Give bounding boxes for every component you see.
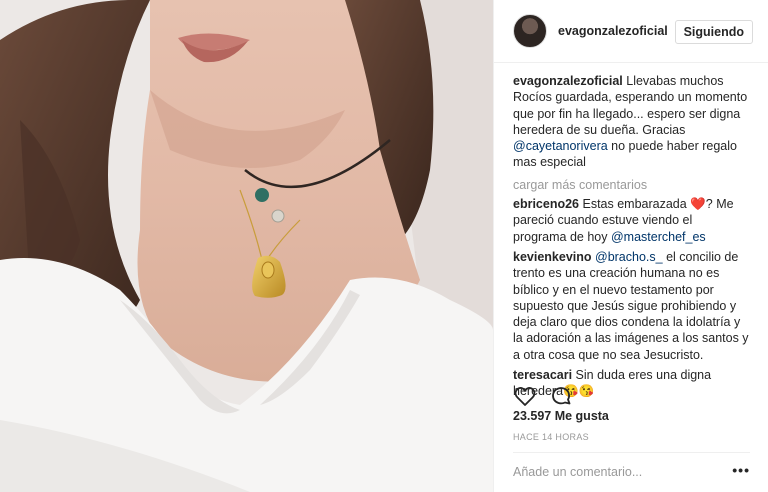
comments-section: evagonzalezoficial Llevabas muchos Rocío…: [513, 73, 749, 404]
comment-text: el concilio de trento es una creación hu…: [513, 249, 749, 362]
action-bar: [513, 383, 749, 409]
caption-mention[interactable]: @cayetanorivera: [513, 139, 608, 153]
comment-item: kevienkevino @bracho.s_ el concilio de t…: [513, 249, 749, 363]
post-image: [0, 0, 493, 492]
comment-username[interactable]: kevienkevino: [513, 250, 592, 264]
caption: evagonzalezoficial Llevabas muchos Rocío…: [513, 73, 749, 171]
comment-input[interactable]: [513, 464, 713, 479]
heart-icon[interactable]: [513, 384, 537, 408]
heart-emoji-icon: ❤️: [690, 197, 706, 212]
instagram-post-window: evagonzalezoficial Siguiendo evagonzalez…: [0, 0, 768, 492]
comment-text: Estas embarazada: [579, 197, 691, 212]
caption-username[interactable]: evagonzalezoficial: [513, 74, 623, 88]
post-timestamp[interactable]: HACE 14 HORAS: [513, 432, 589, 442]
comment-item: ebriceno26 Estas embarazada ❤️? Me parec…: [513, 196, 749, 245]
author-username[interactable]: evagonzalezoficial: [558, 24, 668, 38]
following-button[interactable]: Siguiendo: [674, 20, 753, 44]
post-header: evagonzalezoficial Siguiendo: [494, 0, 768, 63]
comment-mention[interactable]: @masterchef_es: [611, 230, 706, 244]
comment-bubble-icon[interactable]: [549, 384, 573, 408]
author-avatar[interactable]: [513, 14, 547, 48]
post-sidebar: evagonzalezoficial Siguiendo evagonzalez…: [493, 0, 768, 492]
more-options-button[interactable]: •••: [732, 463, 750, 477]
comment-username[interactable]: teresacari: [513, 368, 572, 382]
comment-composer: •••: [513, 452, 750, 490]
comment-username[interactable]: ebriceno26: [513, 197, 579, 211]
likes-count[interactable]: 23.597 Me gusta: [513, 409, 609, 423]
load-more-comments-link[interactable]: cargar más comentarios: [513, 177, 749, 193]
post-photo[interactable]: [0, 0, 493, 492]
comment-mention[interactable]: @bracho.s_: [595, 250, 663, 264]
